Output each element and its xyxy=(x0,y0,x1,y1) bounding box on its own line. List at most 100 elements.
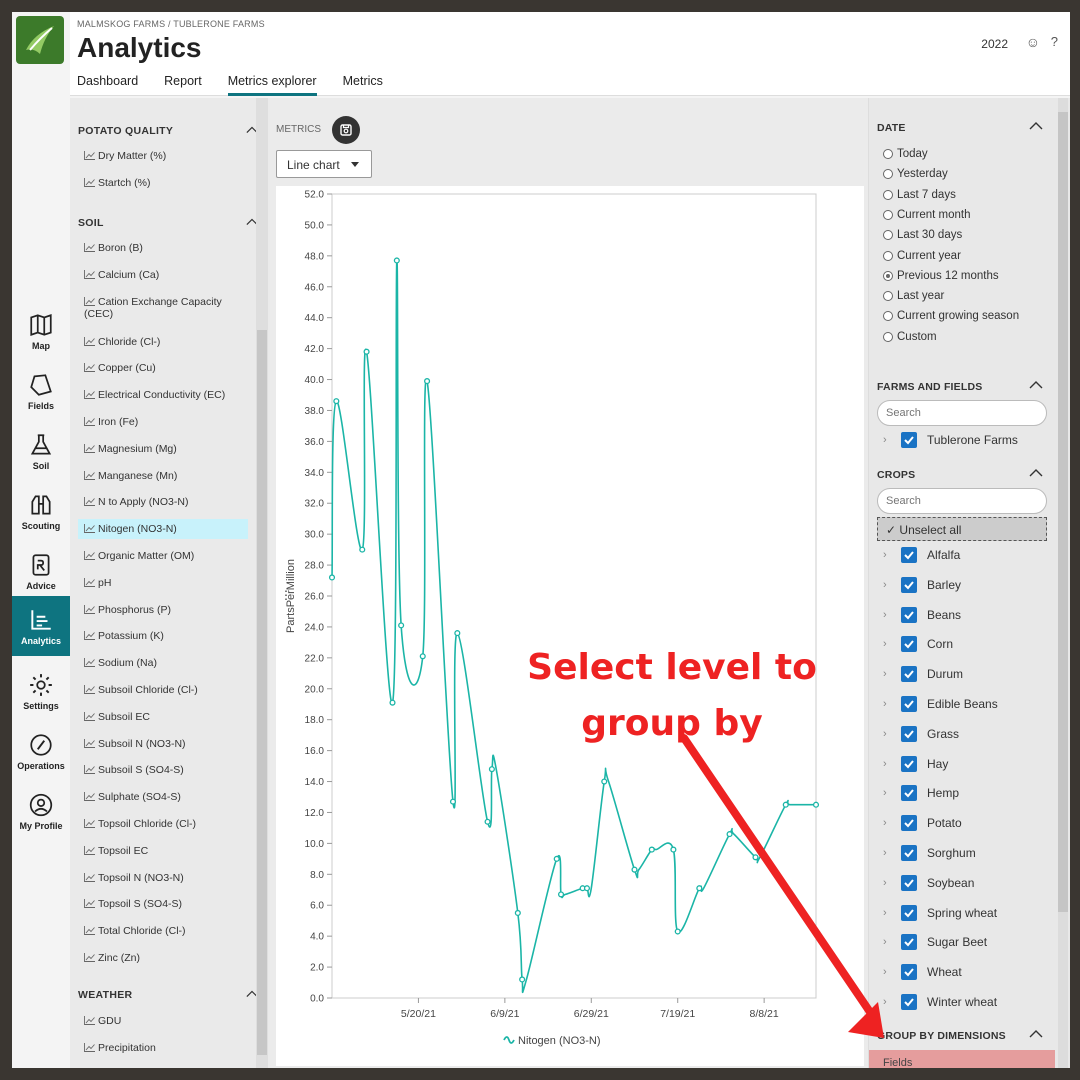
crops-search-input[interactable] xyxy=(877,488,1047,514)
metric-item[interactable]: Manganese (Mn) xyxy=(78,466,248,486)
chart-type-dropdown[interactable]: Line chart xyxy=(276,150,372,178)
crop-item[interactable]: › Potato xyxy=(883,815,962,832)
radio-icon[interactable] xyxy=(883,311,893,322)
collapse-crops-icon[interactable] xyxy=(1029,467,1043,479)
metric-item[interactable]: Topsoil Chloride (Cl-) xyxy=(78,814,248,834)
metric-item[interactable]: Potassium (K) xyxy=(78,626,248,646)
metric-item[interactable]: Dry Matter (%) xyxy=(78,146,248,166)
collapse-date-icon[interactable] xyxy=(1029,120,1043,132)
nav-soil[interactable]: Soil xyxy=(12,422,70,480)
metric-item[interactable]: Subsoil N (NO3-N) xyxy=(78,734,248,754)
collapse-group-icon[interactable] xyxy=(1029,1028,1043,1040)
checkbox-checked-icon[interactable] xyxy=(901,606,917,623)
checkbox-checked-icon[interactable] xyxy=(901,576,917,593)
expand-chevron-icon[interactable]: › xyxy=(883,609,891,621)
metric-item[interactable]: Topsoil N (NO3-N) xyxy=(78,868,248,888)
checkbox-checked-icon[interactable] xyxy=(901,755,917,772)
metric-item[interactable]: Boron (B) xyxy=(78,238,248,258)
crop-item[interactable]: › Alfalfa xyxy=(883,547,960,563)
checkbox-checked-icon[interactable] xyxy=(901,994,917,1010)
expand-chevron-icon[interactable]: › xyxy=(883,638,891,650)
nav-map[interactable]: Map xyxy=(12,302,70,360)
farm-item[interactable]: › Tublerone Farms xyxy=(883,432,1018,448)
nav-scouting[interactable]: Scouting xyxy=(12,482,70,540)
expand-chevron-icon[interactable]: › xyxy=(883,877,891,889)
crop-item[interactable]: › Hemp xyxy=(883,785,959,802)
checkbox-checked-icon[interactable] xyxy=(901,547,917,563)
expand-chevron-icon[interactable]: › xyxy=(883,966,891,978)
metric-item[interactable]: Phosphorus (P) xyxy=(78,600,248,620)
date-option[interactable]: Yesterday xyxy=(883,168,948,180)
checkbox-checked-icon[interactable] xyxy=(901,696,917,712)
nav-fields[interactable]: Fields xyxy=(12,362,70,420)
checkbox-checked-icon[interactable] xyxy=(901,904,917,921)
checkbox-checked-icon[interactable] xyxy=(901,874,917,891)
checkbox-checked-icon[interactable] xyxy=(901,964,917,981)
expand-chevron-icon[interactable]: › xyxy=(883,579,891,591)
crop-item[interactable]: › Corn xyxy=(883,636,953,653)
metric-item[interactable]: Organic Matter (OM) xyxy=(78,546,248,566)
expand-chevron-icon[interactable]: › xyxy=(883,698,891,710)
nav-advice[interactable]: Advice xyxy=(12,542,70,600)
metrics-scroll-thumb[interactable] xyxy=(257,330,267,1055)
expand-chevron-icon[interactable]: › xyxy=(883,758,891,770)
crop-item[interactable]: › Sorghum xyxy=(883,845,976,861)
crop-item[interactable]: › Durum xyxy=(883,666,963,683)
tab-metrics[interactable]: Metrics xyxy=(343,74,383,96)
left-drag-handle-icon[interactable]: ⋮ xyxy=(280,588,292,602)
crop-item[interactable]: › Hay xyxy=(883,755,948,772)
crop-item[interactable]: › Sugar Beet xyxy=(883,934,987,951)
feedback-smiley-icon[interactable]: ☺ xyxy=(1026,34,1040,50)
metric-item[interactable]: Iron (Fe) xyxy=(78,412,248,432)
metric-item[interactable]: Copper (Cu) xyxy=(78,358,248,378)
checkbox-checked-icon[interactable] xyxy=(901,785,917,802)
nav-operations[interactable]: Operations xyxy=(12,722,70,780)
expand-chevron-icon[interactable]: › xyxy=(883,936,891,948)
metric-item[interactable]: Magnesium (Mg) xyxy=(78,439,248,459)
collapse-farms-icon[interactable] xyxy=(1029,379,1043,391)
tab-report[interactable]: Report xyxy=(164,74,202,96)
metric-item[interactable]: Chloride (Cl-) xyxy=(78,332,248,352)
checkbox-checked-icon[interactable] xyxy=(901,725,917,742)
year-selector[interactable]: 2022 xyxy=(981,37,1008,51)
date-option[interactable]: Last year xyxy=(883,290,944,302)
expand-chevron-icon[interactable]: › xyxy=(883,847,891,859)
checkbox-checked-icon[interactable] xyxy=(901,845,917,861)
tab-dashboard[interactable]: Dashboard xyxy=(77,74,138,96)
radio-icon[interactable] xyxy=(883,291,893,302)
metric-item[interactable]: Nitogen (NO3-N) xyxy=(78,519,248,540)
farms-search-input[interactable] xyxy=(877,400,1047,426)
help-icon[interactable]: ? xyxy=(1051,34,1058,49)
radio-icon[interactable] xyxy=(883,331,893,342)
radio-icon[interactable] xyxy=(883,250,893,261)
metric-item[interactable]: GDU xyxy=(78,1011,248,1031)
metric-item[interactable]: Sulphate (SO4-S) xyxy=(78,787,248,807)
date-option[interactable]: Current year xyxy=(883,250,961,262)
date-option[interactable]: Custom xyxy=(883,331,937,343)
breadcrumb[interactable]: MALMSKOG FARMS / TUBLERONE FARMS xyxy=(77,19,265,29)
crop-item[interactable]: › Spring wheat xyxy=(883,904,997,921)
metric-item[interactable]: N to Apply (NO3-N) xyxy=(78,492,248,512)
crop-item[interactable]: › Grass xyxy=(883,725,959,742)
expand-chevron-icon[interactable]: › xyxy=(883,817,891,829)
date-option[interactable]: Previous 12 months xyxy=(883,270,999,282)
radio-icon[interactable] xyxy=(883,270,893,281)
expand-chevron-icon[interactable]: › xyxy=(883,668,891,680)
metric-item[interactable]: Precipitation xyxy=(78,1038,248,1058)
checkbox-checked-icon[interactable] xyxy=(901,934,917,951)
expand-chevron-icon[interactable]: › xyxy=(883,728,891,740)
expand-chevron-icon[interactable]: › xyxy=(883,787,891,799)
expand-chevron-icon[interactable]: › xyxy=(883,996,891,1008)
filters-scroll-thumb[interactable] xyxy=(1058,112,1068,912)
metric-item[interactable]: Sodium (Na) xyxy=(78,653,248,673)
app-logo[interactable] xyxy=(16,16,64,64)
radio-icon[interactable] xyxy=(883,230,893,241)
metric-item[interactable]: pH xyxy=(78,573,248,593)
crop-item[interactable]: › Beans xyxy=(883,606,961,623)
crop-item[interactable]: › Barley xyxy=(883,576,961,593)
checkbox-checked-icon[interactable] xyxy=(901,432,917,448)
date-option[interactable]: Current growing season xyxy=(883,310,1019,322)
checkbox-checked-icon[interactable] xyxy=(901,666,917,683)
radio-icon[interactable] xyxy=(883,169,893,180)
metric-item[interactable]: Calcium (Ca) xyxy=(78,265,248,285)
